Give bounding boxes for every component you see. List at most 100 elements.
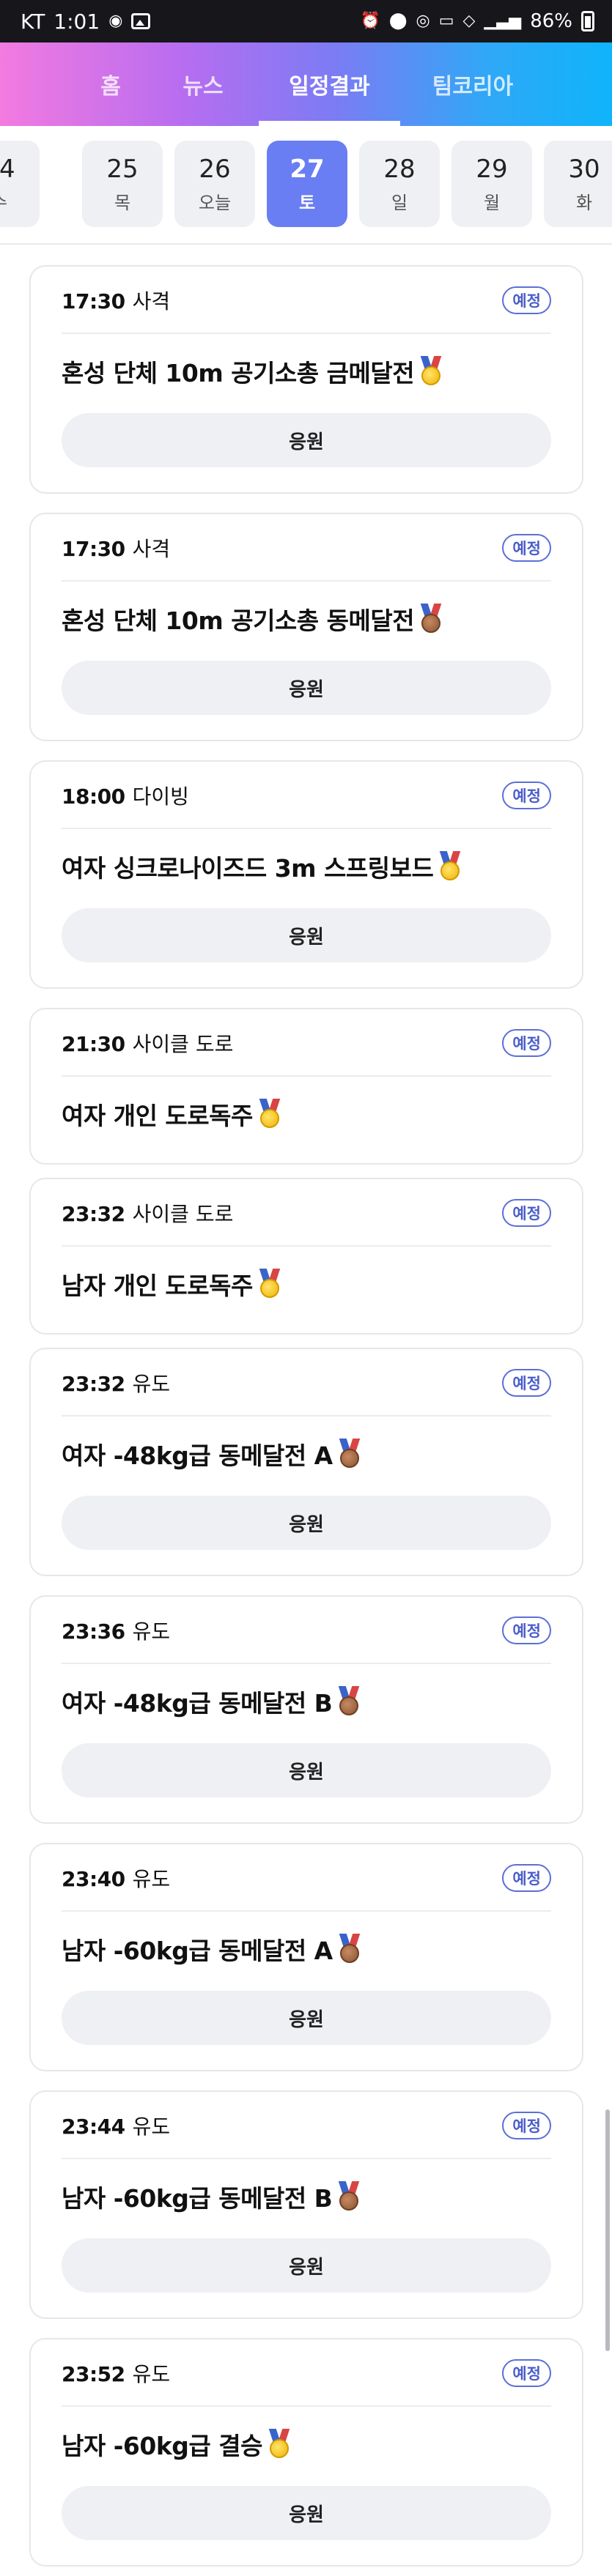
- date-weekday: 일: [391, 192, 408, 213]
- card-divider: [62, 2405, 551, 2407]
- event-card[interactable]: 23:40 유도 예정 남자 -60kg급 동메달전 A 응원: [29, 1843, 583, 2071]
- tab-schedule-results[interactable]: 일정결과: [259, 42, 400, 126]
- clock: 1:01: [54, 9, 100, 34]
- event-title: 남자 -60kg급 동메달전 B: [62, 2184, 333, 2213]
- status-bar-right: ⏰ ⬤ ◎ ▭ ◇ ▁▃▅ 86%: [360, 10, 594, 32]
- card-divider: [62, 333, 551, 334]
- event-card[interactable]: 23:44 유도 예정 남자 -60kg급 동메달전 B 응원: [29, 2090, 583, 2319]
- bronze-medal-icon: [339, 1934, 361, 1964]
- event-title-row: 여자 개인 도로독주: [62, 1096, 551, 1132]
- card-divider: [62, 828, 551, 829]
- event-card-header: 23:36 유도 예정: [62, 1616, 551, 1645]
- scrollbar[interactable]: [605, 2109, 610, 2351]
- status-badge: 예정: [502, 286, 551, 314]
- event-time-sport: 23:32 유도: [62, 1368, 170, 1398]
- date-chip-25[interactable]: 25 목: [82, 141, 163, 227]
- date-number: 27: [290, 154, 325, 184]
- date-chip-29[interactable]: 29 월: [451, 141, 532, 227]
- event-card[interactable]: 23:32 유도 예정 여자 -48kg급 동메달전 A 응원: [29, 1348, 583, 1576]
- event-sport: 사이클 도로: [132, 1032, 234, 1056]
- event-time: 23:44: [62, 2115, 125, 2139]
- gallery-icon: [131, 13, 151, 29]
- event-time-sport: 23:44 유도: [62, 2111, 170, 2140]
- cheer-button[interactable]: 응원: [62, 1496, 551, 1550]
- event-card[interactable]: 17:30 사격 예정 혼성 단체 10m 공기소총 금메달전 응원: [29, 265, 583, 494]
- status-badge: 예정: [502, 1369, 551, 1397]
- alarm-icon: ⏰: [360, 12, 380, 30]
- hd-call-icon: ▭: [438, 12, 454, 30]
- date-chip-30[interactable]: 30 화: [544, 141, 612, 227]
- bronze-medal-icon: [338, 1686, 360, 1717]
- date-weekday: 수: [0, 188, 7, 214]
- active-tab-indicator: [259, 121, 400, 126]
- date-chip-28[interactable]: 28 일: [359, 141, 440, 227]
- status-badge: 예정: [502, 1864, 551, 1892]
- event-card-header: 17:30 사격 예정: [62, 286, 551, 315]
- signal-icon: ▁▃▅: [484, 12, 522, 30]
- gold-medal-icon: [259, 1099, 281, 1129]
- card-divider: [62, 1415, 551, 1417]
- status-bar-left: KT 1:01 ◉: [21, 9, 151, 34]
- event-sport: 유도: [132, 1619, 171, 1644]
- cheer-button[interactable]: 응원: [62, 908, 551, 962]
- event-time: 18:00: [62, 784, 125, 809]
- date-selector: 24 수 25 목 26 오늘 27 토 28 일 29 월 30 화: [0, 126, 612, 243]
- event-card-header: 23:52 유도 예정: [62, 2358, 551, 2388]
- event-time: 23:32: [62, 1202, 125, 1226]
- gold-medal-icon: [439, 851, 461, 882]
- tab-home[interactable]: 홈: [70, 42, 151, 126]
- event-time-sport: 18:00 다이빙: [62, 781, 189, 810]
- event-card[interactable]: 23:36 유도 예정 여자 -48kg급 동메달전 B 응원: [29, 1595, 583, 1824]
- event-sport: 사이클 도로: [132, 1202, 234, 1226]
- event-card[interactable]: 21:30 사이클 도로 예정 여자 개인 도로독주: [29, 1008, 583, 1165]
- cheer-button[interactable]: 응원: [62, 2238, 551, 2293]
- tab-news[interactable]: 뉴스: [163, 42, 243, 126]
- event-card[interactable]: 17:30 사격 예정 혼성 단체 10m 공기소총 동메달전 응원: [29, 513, 583, 741]
- event-title: 남자 -60kg급 결승: [62, 2432, 262, 2460]
- event-title: 남자 -60kg급 동메달전 A: [62, 1937, 333, 1965]
- event-card[interactable]: 23:32 사이클 도로 예정 남자 개인 도로독주: [29, 1178, 583, 1335]
- status-badge: 예정: [502, 534, 551, 562]
- event-time-sport: 23:40 유도: [62, 1863, 170, 1893]
- date-chip-26[interactable]: 26 오늘: [174, 141, 255, 227]
- date-chip-24[interactable]: 24 수: [0, 141, 40, 227]
- bronze-medal-icon: [338, 2181, 360, 2212]
- event-card-header: 23:32 유도 예정: [62, 1368, 551, 1398]
- cheer-button[interactable]: 응원: [62, 1743, 551, 1797]
- date-weekday: 오늘: [198, 192, 232, 213]
- cheer-button[interactable]: 응원: [62, 2486, 551, 2540]
- event-card[interactable]: 18:00 다이빙 예정 여자 싱크로나이즈드 3m 스프링보드 응원: [29, 760, 583, 989]
- tab-team-korea[interactable]: 팀코리아: [410, 42, 535, 126]
- event-card-header: 23:44 유도 예정: [62, 2111, 551, 2140]
- cheer-button[interactable]: 응원: [62, 413, 551, 467]
- bronze-medal-icon: [339, 1439, 361, 1469]
- gold-medal-icon: [268, 2429, 290, 2460]
- card-divider: [62, 580, 551, 582]
- event-time-sport: 23:32 사이클 도로: [62, 1198, 233, 1228]
- event-title-row: 남자 개인 도로독주: [62, 1266, 551, 1302]
- event-title: 여자 개인 도로독주: [62, 1102, 253, 1130]
- wifi-icon: ◇: [462, 12, 476, 30]
- event-title: 여자 싱크로나이즈드 3m 스프링보드: [62, 854, 434, 883]
- event-title: 남자 개인 도로독주: [62, 1272, 253, 1300]
- event-sport: 유도: [132, 1867, 171, 1891]
- cheer-button[interactable]: 응원: [62, 661, 551, 715]
- hotspot-icon: ◎: [416, 12, 430, 30]
- status-badge: 예정: [502, 1199, 551, 1227]
- battery-percent: 86%: [530, 10, 572, 32]
- event-title: 여자 -48kg급 동메달전 B: [62, 1689, 333, 1718]
- event-card[interactable]: 23:52 유도 예정 남자 -60kg급 결승 응원: [29, 2338, 583, 2566]
- cheer-button[interactable]: 응원: [62, 1991, 551, 2045]
- event-sport: 사격: [132, 289, 171, 313]
- top-nav: 홈 뉴스 일정결과 팀코리아: [0, 42, 612, 126]
- event-title-row: 남자 -60kg급 동메달전 A: [62, 1931, 551, 1967]
- event-time-sport: 21:30 사이클 도로: [62, 1028, 233, 1058]
- event-time-sport: 17:30 사격: [62, 286, 170, 315]
- date-number: 25: [106, 154, 139, 184]
- date-number: 29: [476, 154, 508, 184]
- card-divider: [62, 1075, 551, 1077]
- date-weekday: 화: [575, 192, 593, 213]
- date-chip-27[interactable]: 27 토: [267, 141, 347, 227]
- event-card-header: 17:30 사격 예정: [62, 533, 551, 563]
- event-time: 17:30: [62, 537, 125, 561]
